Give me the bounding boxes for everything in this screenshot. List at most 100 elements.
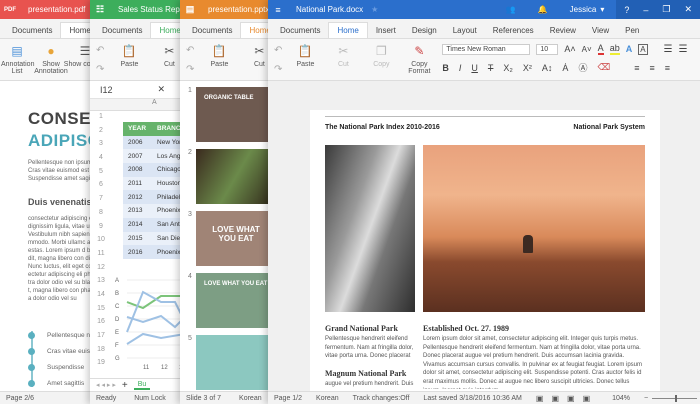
row-number[interactable]: 3 xyxy=(90,140,112,154)
row-number[interactable]: 16 xyxy=(90,318,112,332)
close-icon[interactable]: ✕ xyxy=(684,4,692,15)
share-icon[interactable]: 👥 xyxy=(506,5,516,14)
year-cell[interactable]: 2007 xyxy=(123,149,153,164)
row-number[interactable]: 9 xyxy=(90,223,112,237)
row-number[interactable]: 8 xyxy=(90,209,112,223)
year-cell[interactable]: 2006 xyxy=(123,135,153,150)
sheet-nav[interactable]: ◂ ◂ ▸ ▸ xyxy=(96,381,116,389)
restore-icon[interactable]: ❐ xyxy=(662,4,670,15)
annotation-list-button[interactable]: ▤ Annotation List xyxy=(1,43,34,75)
word-title-bar[interactable]: ≡ National Park.docx ★ 👥 🔔 Jessica ▾ ? – ❐ ✕ xyxy=(268,0,700,19)
bell-icon[interactable]: 🔔 xyxy=(538,5,548,14)
user-menu[interactable]: Jessica xyxy=(570,5,597,14)
bold-icon[interactable]: B xyxy=(442,63,449,73)
tab-review[interactable]: Review xyxy=(542,23,584,38)
show-annotation-button[interactable]: ● Show Annotation xyxy=(34,43,67,75)
add-sheet-icon[interactable]: + xyxy=(122,380,128,391)
row-number[interactable]: 18 xyxy=(90,346,112,360)
row-number[interactable]: 13 xyxy=(90,277,112,291)
subscript-icon[interactable]: X₂ xyxy=(503,63,513,73)
copy-format-button[interactable]: ✎ Copy Format xyxy=(404,43,434,75)
align-center-icon[interactable]: ≡ xyxy=(649,63,654,73)
year-cell[interactable]: 2008 xyxy=(123,163,153,177)
year-cell[interactable]: 2013 xyxy=(123,204,153,218)
paste-button[interactable]: 📋 Paste xyxy=(204,43,234,68)
highlight-icon[interactable]: ab xyxy=(609,43,620,55)
font-color-icon[interactable]: A xyxy=(597,43,604,55)
redo-icon[interactable]: ↷ xyxy=(274,64,282,75)
row-number[interactable]: 15 xyxy=(90,305,112,319)
row-number[interactable]: 17 xyxy=(90,332,112,346)
numbering-icon[interactable]: ☰ xyxy=(679,44,688,55)
tab-layout[interactable]: Layout xyxy=(445,23,485,38)
annotation-list-icon: ▤ xyxy=(11,44,23,58)
tab-documents[interactable]: Documents xyxy=(4,23,60,38)
superscript-icon[interactable]: X² xyxy=(523,63,532,73)
sheet-tab[interactable]: Bu xyxy=(133,381,151,390)
tab-home[interactable]: Home xyxy=(328,22,368,38)
chart-row-label: D xyxy=(115,317,120,323)
char-spacing-icon[interactable]: A↕ xyxy=(542,63,553,73)
text-effect-icon[interactable]: A xyxy=(626,44,633,54)
tab-pen[interactable]: Pen xyxy=(617,23,647,38)
underline-icon[interactable]: U xyxy=(471,63,478,73)
cancel-icon[interactable]: ✕ xyxy=(158,84,166,95)
cut-button[interactable]: ✂ Cut xyxy=(328,43,358,68)
tab-view[interactable]: View xyxy=(584,23,617,38)
row-number[interactable]: 12 xyxy=(90,264,112,278)
undo-icon[interactable]: ↶ xyxy=(96,45,104,56)
row-number[interactable]: 19 xyxy=(90,359,112,373)
help-icon[interactable]: ? xyxy=(624,5,629,15)
zoom-slider[interactable]: −+ xyxy=(644,394,700,402)
year-cell[interactable]: 2011 xyxy=(123,176,153,191)
tab-documents[interactable]: Documents xyxy=(94,23,150,38)
align-left-icon[interactable]: ≡ xyxy=(634,63,639,73)
case-icon[interactable]: Ȧ xyxy=(562,63,568,73)
name-box[interactable]: I12 xyxy=(100,85,113,95)
row-number[interactable]: 11 xyxy=(90,250,112,264)
tab-insert[interactable]: Insert xyxy=(368,23,404,38)
shrink-font-icon[interactable]: A˅ xyxy=(582,45,592,54)
year-cell[interactable]: 2012 xyxy=(123,190,153,205)
word-app-icon: ≡ xyxy=(275,4,281,15)
row-number[interactable]: 4 xyxy=(90,154,112,168)
year-cell[interactable]: 2014 xyxy=(123,217,153,232)
italic-icon[interactable]: I xyxy=(459,63,462,73)
clear-format-icon[interactable]: ⌫ xyxy=(597,62,610,73)
year-cell[interactable]: 2016 xyxy=(123,245,153,259)
row-number[interactable]: 1 xyxy=(90,113,112,127)
row-number[interactable]: 2 xyxy=(90,127,112,141)
star-icon[interactable]: ★ xyxy=(371,5,378,14)
minimize-icon[interactable]: – xyxy=(643,5,648,15)
tab-references[interactable]: References xyxy=(485,23,542,38)
row-number[interactable]: 5 xyxy=(90,168,112,182)
undo-icon[interactable]: ↶ xyxy=(274,45,282,56)
paste-button[interactable]: 📋 Paste xyxy=(114,43,144,68)
char-border-icon[interactable]: A xyxy=(638,43,648,55)
redo-icon[interactable]: ↷ xyxy=(186,64,194,75)
row-number[interactable]: 14 xyxy=(90,291,112,305)
tab-documents[interactable]: Documents xyxy=(272,23,328,38)
year-cell[interactable]: 2015 xyxy=(123,231,153,246)
bullets-icon[interactable]: ☰ xyxy=(664,44,673,55)
undo-icon[interactable]: ↶ xyxy=(186,45,194,56)
track-changes-status[interactable]: Track changes:Off xyxy=(353,395,410,402)
font-family-select[interactable]: Times New Roman xyxy=(442,43,531,55)
slide-preview: ORGANIC TABLE xyxy=(196,87,276,142)
grow-font-icon[interactable]: A˄ xyxy=(564,44,575,54)
redo-icon[interactable]: ↷ xyxy=(96,64,104,75)
copy-button[interactable]: ❐ Copy xyxy=(366,43,396,68)
outline-icon[interactable]: Ⓐ xyxy=(578,61,587,74)
paste-button[interactable]: 📋 Paste xyxy=(290,43,320,68)
row-number[interactable]: 7 xyxy=(90,195,112,209)
tab-design[interactable]: Design xyxy=(404,23,445,38)
strikethrough-icon[interactable]: T xyxy=(488,63,494,73)
row-number[interactable]: 10 xyxy=(90,236,112,250)
view-icons[interactable]: ▣▣▣▣ xyxy=(536,394,598,403)
font-size-select[interactable]: 10 xyxy=(536,43,559,55)
document-page[interactable]: The National Park Index 2010-2016 Nation… xyxy=(310,110,660,391)
scissors-icon: ✂ xyxy=(338,44,349,58)
tab-documents[interactable]: Documents xyxy=(184,23,240,38)
row-number[interactable]: 6 xyxy=(90,181,112,195)
align-right-icon[interactable]: ≡ xyxy=(665,63,670,73)
